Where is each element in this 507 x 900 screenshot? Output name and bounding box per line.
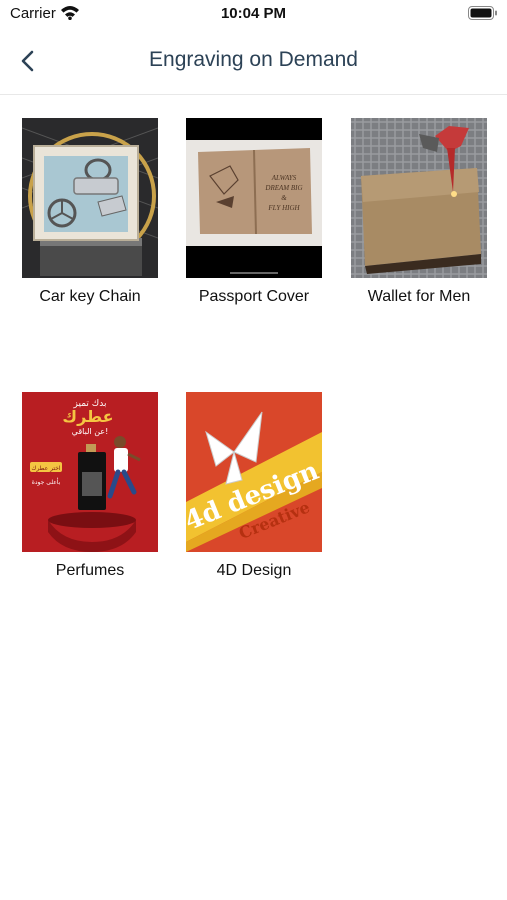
engraving-line: ALWAYS (271, 174, 297, 182)
tile-label: Perfumes (55, 562, 125, 579)
tile-perfumes[interactable]: بدك تميز عطرك عن الباقي! اختر عطرك بأعلى… (22, 392, 158, 580)
4d-design-image: 4d design Creative (186, 392, 322, 552)
category-grid: Car key Chain ALWAYS DREAM BIG & FLY HIG… (0, 0, 507, 900)
passport-cover-image: ALWAYS DREAM BIG & FLY HIGH (186, 118, 322, 278)
poster-text: عن الباقي! (72, 427, 109, 436)
tile-passport-cover[interactable]: ALWAYS DREAM BIG & FLY HIGH Passport Cov… (186, 118, 322, 306)
tile-label: 4D Design (216, 562, 292, 579)
tile-label: Passport Cover (198, 288, 310, 305)
engraving-line: & (281, 194, 287, 202)
tile-wallet-for-men[interactable]: Wallet for Men (351, 118, 487, 306)
tile-label: Wallet for Men (367, 288, 471, 305)
tile-car-key-chain[interactable]: Car key Chain (22, 118, 158, 306)
poster-text: بأعلى جودة (32, 477, 61, 486)
wallet-image (351, 118, 487, 278)
engraving-line: DREAM BIG (264, 184, 302, 192)
poster-text: اختر عطرك (31, 465, 60, 472)
tile-4d-design[interactable]: 4d design Creative 4D Design (186, 392, 322, 580)
car-key-chain-image (22, 118, 158, 278)
engraving-line: FLY HIGH (267, 204, 300, 212)
tile-label: Car key Chain (39, 288, 141, 305)
perfume-poster-image: بدك تميز عطرك عن الباقي! اختر عطرك بأعلى… (22, 392, 158, 552)
poster-text: عطرك (62, 407, 113, 426)
